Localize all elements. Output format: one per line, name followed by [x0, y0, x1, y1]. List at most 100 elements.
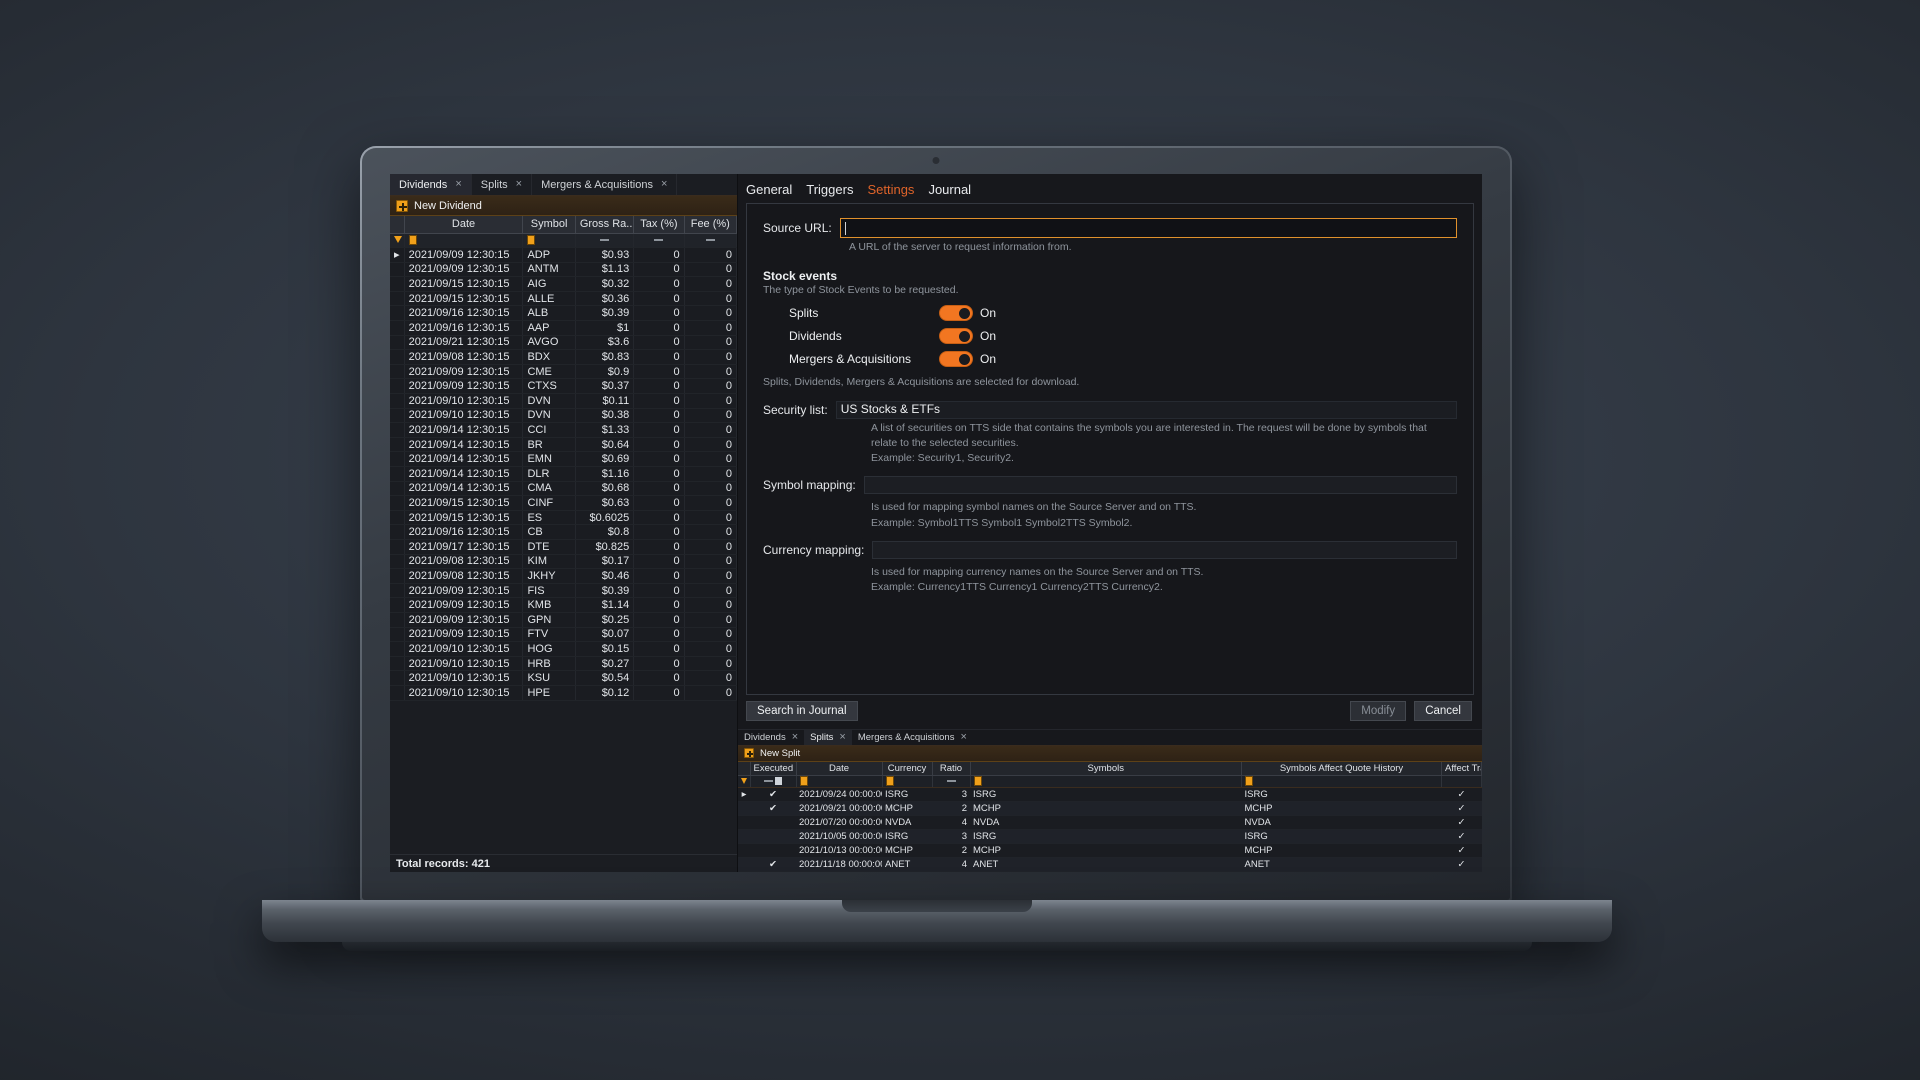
close-icon[interactable]: × — [792, 731, 798, 743]
table-row[interactable]: 2021/09/17 12:30:15 DTE $0.825 0 0 — [390, 539, 737, 555]
header-fee[interactable]: Fee (%) — [684, 216, 737, 234]
filter-ratio[interactable] — [932, 775, 971, 788]
header-tax[interactable]: Tax (%) — [633, 216, 685, 234]
source-url-input[interactable] — [839, 218, 1457, 238]
filter-affect-trades[interactable] — [1441, 775, 1482, 788]
header-symbol[interactable]: Symbol — [522, 216, 576, 234]
table-row[interactable]: 2021/10/13 00:00:00 MCHP 2 MCHP MCHP ✓ — [738, 843, 1482, 858]
table-row[interactable]: 2021/09/16 12:30:15 CB $0.8 0 0 — [390, 524, 737, 540]
filter-badge-icon[interactable] — [885, 776, 894, 787]
bottom-tab-splits[interactable]: Splits × — [804, 729, 852, 745]
filter-currency[interactable] — [882, 775, 933, 788]
table-row[interactable]: ✔ 2021/11/18 00:00:00 ANET 4 ANET ANET ✓ — [738, 857, 1482, 872]
table-row[interactable]: 2021/09/09 12:30:15 CTXS $0.37 0 0 — [390, 378, 737, 395]
table-row[interactable]: 2021/09/15 12:30:15 ES $0.6025 0 0 — [390, 510, 737, 526]
filter-badge-icon[interactable] — [527, 235, 536, 246]
filter-executed[interactable] — [750, 775, 797, 788]
header-currency[interactable]: Currency — [882, 761, 933, 776]
security-list-input[interactable]: US Stocks & ETFs — [835, 400, 1457, 419]
table-row[interactable]: 2021/09/08 12:30:15 BDX $0.83 0 0 — [390, 349, 737, 365]
tab-dividends[interactable]: Dividends × — [390, 174, 472, 195]
tab-triggers[interactable]: Triggers — [806, 182, 853, 197]
tab-general[interactable]: General — [746, 182, 792, 197]
table-row[interactable]: 2021/09/09 12:30:15 FTV $0.07 0 0 — [390, 627, 737, 643]
table-row[interactable]: 2021/09/21 12:30:15 AVGO $3.6 0 0 — [390, 335, 737, 351]
filter-badge-icon[interactable] — [973, 776, 982, 787]
funnel-icon[interactable] — [394, 236, 402, 244]
tab-settings[interactable]: Settings — [867, 182, 914, 197]
bottom-tab-dividends[interactable]: Dividends × — [738, 730, 804, 745]
filter-funnel-cell[interactable] — [738, 775, 751, 788]
bottom-tab-mergers[interactable]: Mergers & Acquisitions × — [852, 730, 973, 745]
new-split-button[interactable]: New Split — [738, 745, 1482, 762]
close-icon[interactable]: × — [516, 179, 522, 190]
filter-symbols[interactable] — [970, 775, 1242, 788]
splits-filter-row[interactable] — [738, 775, 1482, 788]
cancel-button[interactable]: Cancel — [1414, 700, 1472, 721]
table-row[interactable]: 2021/09/10 12:30:15 HRB $0.27 0 0 — [390, 656, 737, 672]
header-executed[interactable]: Executed — [750, 761, 797, 776]
modify-button[interactable]: Modify — [1350, 700, 1407, 721]
table-row[interactable]: 2021/09/09 12:30:15 GPN $0.25 0 0 — [390, 612, 737, 628]
filter-tax[interactable] — [633, 233, 685, 249]
table-row[interactable]: 2021/09/08 12:30:15 JKHY $0.46 0 0 — [390, 568, 737, 584]
table-row[interactable]: 2021/09/10 12:30:15 DVN $0.11 0 0 — [390, 393, 737, 409]
toggle-mergers[interactable] — [939, 351, 973, 368]
close-icon[interactable]: × — [661, 179, 667, 190]
table-row[interactable]: 2021/09/15 12:30:15 ALLE $0.36 0 0 — [390, 291, 737, 307]
table-row[interactable]: 2021/09/09 12:30:15 ANTM $1.13 0 0 — [390, 262, 737, 278]
table-row[interactable]: 2021/09/14 12:30:15 BR $0.64 0 0 — [390, 437, 737, 453]
table-row[interactable]: 2021/09/14 12:30:15 DLR $1.16 0 0 — [390, 466, 737, 482]
currency-mapping-input[interactable] — [872, 540, 1457, 559]
close-icon[interactable]: × — [455, 179, 461, 190]
header-symbols-affect-quote-history[interactable]: Symbols Affect Quote History — [1241, 761, 1442, 776]
new-dividend-button[interactable]: New Dividend — [390, 196, 737, 216]
table-row[interactable]: 2021/09/15 12:30:15 AIG $0.32 0 0 — [390, 276, 737, 292]
filter-badge-icon[interactable] — [408, 235, 417, 246]
table-row[interactable]: 2021/09/14 12:30:15 CMA $0.68 0 0 — [390, 481, 737, 497]
table-row[interactable]: 2021/09/08 12:30:15 KIM $0.17 0 0 — [390, 554, 737, 570]
table-row[interactable]: 2021/09/10 12:30:15 HPE $0.12 0 0 — [390, 685, 737, 701]
symbol-mapping-input[interactable] — [863, 476, 1457, 495]
table-row[interactable]: 2021/09/16 12:30:15 AAP $1 0 0 — [390, 320, 737, 336]
filter-gross[interactable] — [575, 233, 635, 249]
header-ratio[interactable]: Ratio — [932, 761, 971, 776]
close-icon[interactable]: × — [839, 731, 845, 743]
table-row[interactable]: 2021/09/14 12:30:15 EMN $0.69 0 0 — [390, 451, 737, 467]
filter-date[interactable] — [404, 233, 524, 249]
filter-fee[interactable] — [684, 233, 737, 249]
table-row[interactable]: ▸ 2021/09/09 12:30:15 ADP $0.93 0 0 — [390, 247, 737, 263]
filter-symbol[interactable] — [522, 233, 576, 249]
filter-funnel-cell[interactable] — [390, 233, 405, 249]
header-symbols[interactable]: Symbols — [970, 761, 1242, 776]
dividends-grid[interactable]: Date Symbol Gross Ra... Tax (%) Fee (%) — [390, 216, 737, 854]
tab-journal[interactable]: Journal — [928, 182, 971, 197]
table-row[interactable]: 2021/09/09 12:30:15 KMB $1.14 0 0 — [390, 597, 737, 613]
table-row[interactable]: 2021/09/10 12:30:15 KSU $0.54 0 0 — [390, 670, 737, 686]
toggle-dividends[interactable] — [939, 328, 973, 345]
header-affect-trades[interactable]: Affect Tra... — [1441, 761, 1482, 776]
header-date[interactable]: Date — [796, 761, 883, 776]
table-row[interactable]: ▸ ✔ 2021/09/24 00:00:00 ISRG 3 ISRG ISRG ✓ — [738, 787, 1482, 802]
checkbox-icon[interactable] — [775, 777, 783, 786]
table-row[interactable]: 2021/09/09 12:30:15 FIS $0.39 0 0 — [390, 583, 737, 599]
toggle-splits[interactable] — [939, 305, 973, 322]
table-row[interactable]: 2021/09/09 12:30:15 CME $0.9 0 0 — [390, 364, 737, 380]
table-row[interactable]: 2021/09/10 12:30:15 HOG $0.15 0 0 — [390, 641, 737, 657]
search-in-journal-button[interactable]: Search in Journal — [746, 700, 858, 721]
close-icon[interactable]: × — [960, 731, 966, 743]
table-row[interactable]: 2021/10/05 00:00:00 ISRG 3 ISRG ISRG ✓ — [738, 829, 1482, 844]
filter-affect-quote[interactable] — [1241, 775, 1442, 788]
table-row[interactable]: 2021/09/14 12:30:15 CCI $1.33 0 0 — [390, 422, 737, 438]
filter-badge-icon[interactable] — [799, 776, 808, 787]
filter-row[interactable] — [390, 233, 737, 249]
tab-mergers-acquisitions[interactable]: Mergers & Acquisitions × — [532, 174, 678, 195]
table-row[interactable]: 2021/09/10 12:30:15 DVN $0.38 0 0 — [390, 408, 737, 424]
filter-badge-icon[interactable] — [1245, 776, 1253, 787]
table-row[interactable]: 2021/07/20 00:00:00 NVDA 4 NVDA NVDA ✓ — [738, 815, 1482, 830]
filter-date[interactable] — [796, 775, 883, 788]
funnel-icon[interactable] — [741, 778, 747, 784]
header-gross-rate[interactable]: Gross Ra... — [575, 216, 635, 234]
tab-splits[interactable]: Splits × — [472, 174, 533, 195]
table-row[interactable]: 2021/09/16 12:30:15 ALB $0.39 0 0 — [390, 305, 737, 322]
